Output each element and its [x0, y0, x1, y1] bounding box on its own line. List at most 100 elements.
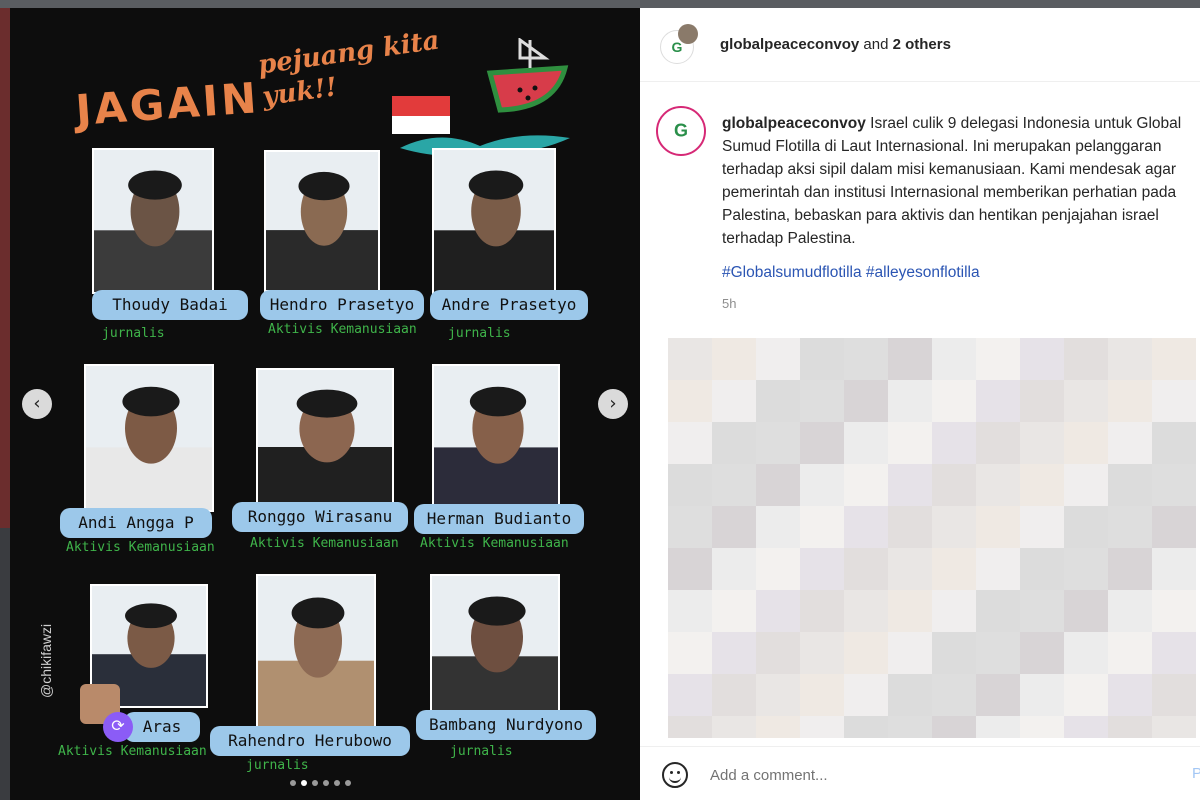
comment-bar: P [640, 746, 1200, 800]
carousel-dot[interactable] [345, 780, 351, 786]
author-username[interactable]: globalpeaceconvoy [720, 36, 859, 53]
blurred-cell [932, 338, 976, 380]
person-role: Aktivis Kemanusiaan [66, 540, 215, 555]
person-name-tag: Andre Prasetyo [430, 290, 588, 320]
blurred-cell [1108, 338, 1152, 380]
blurred-cell [712, 422, 756, 464]
caption-username[interactable]: globalpeaceconvoy [722, 115, 866, 132]
blurred-cell [976, 716, 1020, 738]
person-role: jurnalis [246, 758, 309, 773]
blurred-cell [756, 506, 800, 548]
blurred-cell [844, 590, 888, 632]
blurred-cell [1064, 674, 1108, 716]
carousel-dot[interactable] [323, 780, 329, 786]
blurred-cell [932, 506, 976, 548]
blurred-cell [668, 380, 712, 422]
blurred-cell [888, 338, 932, 380]
blurred-cell [932, 464, 976, 506]
blurred-cell [1020, 380, 1064, 422]
blurred-cell [1108, 464, 1152, 506]
blurred-cell [800, 422, 844, 464]
blurred-cell [1108, 548, 1152, 590]
blurred-cell [712, 674, 756, 716]
person-name-tag: Thoudy Badai [92, 290, 248, 320]
person-photo [432, 364, 560, 512]
blurred-cell [1152, 548, 1196, 590]
blurred-cell [844, 632, 888, 674]
blurred-cell [800, 338, 844, 380]
graphic-title: JAGAIN [74, 73, 261, 135]
blurred-cell [756, 422, 800, 464]
blurred-cell [756, 548, 800, 590]
person-role: jurnalis [450, 744, 513, 759]
others-link[interactable]: 2 others [893, 36, 951, 53]
blurred-cell [1108, 716, 1152, 738]
blurred-cell [932, 716, 976, 738]
blurred-cell [800, 674, 844, 716]
post-comment-button[interactable]: P [1192, 765, 1200, 782]
person-name-tag: Herman Budianto [414, 504, 584, 534]
blurred-cell [976, 464, 1020, 506]
blurred-cell [1152, 422, 1196, 464]
blurred-cell [888, 590, 932, 632]
blurred-cell [668, 506, 712, 548]
blurred-cell [1152, 506, 1196, 548]
blurred-cell [976, 338, 1020, 380]
blurred-cell [844, 464, 888, 506]
blurred-cell [1020, 590, 1064, 632]
blurred-cell [1064, 506, 1108, 548]
carousel-dot[interactable] [334, 780, 340, 786]
blurred-comments [668, 338, 1200, 738]
blurred-cell [668, 338, 712, 380]
blurred-cell [932, 380, 976, 422]
blurred-cell [668, 674, 712, 716]
blurred-cell [712, 716, 756, 738]
blurred-cell [1064, 380, 1108, 422]
post-sidebar: G globalpeaceconvoy and 2 others G globa… [640, 8, 1200, 800]
carousel-dot[interactable] [312, 780, 318, 786]
blurred-cell [800, 464, 844, 506]
blurred-cell [976, 590, 1020, 632]
person-name-tag: Hendro Prasetyo [260, 290, 424, 320]
blurred-cell [844, 506, 888, 548]
blurred-cell [1152, 338, 1196, 380]
blurred-cell [668, 464, 712, 506]
blurred-cell [976, 548, 1020, 590]
carousel-dot[interactable] [290, 780, 296, 786]
blurred-cell [712, 380, 756, 422]
blurred-cell [888, 506, 932, 548]
chevron-left-icon[interactable]: ‹ [22, 389, 52, 419]
blurred-cell [800, 380, 844, 422]
blurred-cell [888, 548, 932, 590]
blurred-cell [1152, 380, 1196, 422]
blurred-cell [712, 464, 756, 506]
repost-icon[interactable]: ⟳ [103, 712, 133, 742]
blurred-cell [712, 632, 756, 674]
caption-avatar[interactable]: G [656, 106, 706, 156]
chevron-right-icon[interactable]: › [598, 389, 628, 419]
blurred-cell [668, 548, 712, 590]
blurred-cell [668, 422, 712, 464]
smile-icon[interactable] [662, 762, 688, 788]
blurred-cell [976, 632, 1020, 674]
person-photo [432, 148, 556, 294]
caption-hashtags[interactable]: #Globalsumudflotilla #alleyesonflotilla [722, 264, 980, 282]
person-name-tag: Andi Angga P [60, 508, 212, 538]
blurred-cell [800, 716, 844, 738]
person-role: Aktivis Kemanusiaan [420, 536, 569, 551]
blurred-cell [668, 590, 712, 632]
comment-input[interactable] [710, 761, 1170, 789]
collaborator-avatar[interactable] [678, 24, 698, 44]
blurred-cell [800, 506, 844, 548]
blurred-cell [712, 506, 756, 548]
post-caption: globalpeaceconvoy Israel culik 9 delegas… [722, 112, 1200, 250]
blurred-cell [756, 380, 800, 422]
blurred-cell [1064, 590, 1108, 632]
blurred-cell [844, 716, 888, 738]
blurred-cell [712, 548, 756, 590]
blurred-cell [668, 716, 712, 738]
blurred-cell [668, 632, 712, 674]
graphic-watermark: @chikifawzi [38, 623, 54, 698]
blurred-cell [932, 422, 976, 464]
carousel-dot[interactable] [301, 780, 307, 786]
